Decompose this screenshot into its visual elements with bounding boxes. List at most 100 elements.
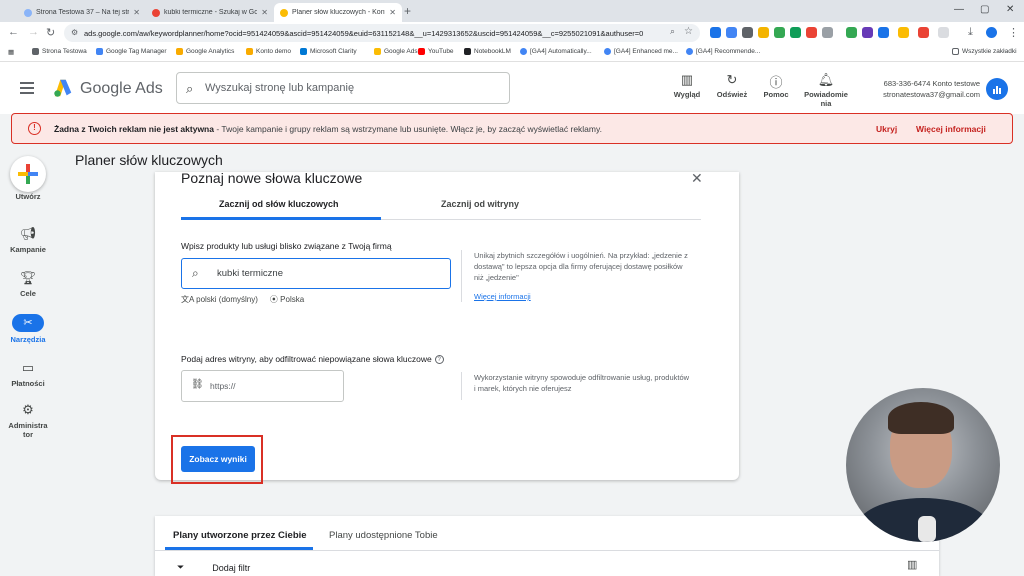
folder-icon bbox=[952, 48, 959, 55]
google-ads-logo bbox=[54, 79, 72, 97]
close-icon[interactable]: ✕ bbox=[261, 8, 268, 17]
nav-billing[interactable]: ▭ Płatności bbox=[0, 360, 56, 388]
back-icon[interactable]: ← bbox=[8, 26, 19, 38]
close-icon[interactable]: ✕ bbox=[133, 8, 140, 17]
extension-icon[interactable] bbox=[742, 27, 753, 38]
browser-tab-bar: Strona Testowa 37 – Na tej stro ✕ kubki … bbox=[0, 0, 1024, 22]
extension-icon[interactable] bbox=[710, 27, 721, 38]
language-setting[interactable]: 文A polski (domyślny) bbox=[181, 294, 258, 305]
extension-icon[interactable] bbox=[806, 27, 817, 38]
location-pin-icon: ⦿ bbox=[269, 295, 281, 304]
hide-alert-link[interactable]: Ukryj bbox=[876, 124, 897, 134]
reload-icon[interactable]: ↻ bbox=[46, 26, 55, 39]
bookmark-konto-demo[interactable]: Konto demo bbox=[246, 48, 291, 55]
extension-icon[interactable] bbox=[822, 27, 833, 38]
keywords-input[interactable]: ⌕ kubki termiczne bbox=[181, 258, 451, 289]
targeting-settings: 文A polski (domyślny) ⦿ Polska bbox=[181, 294, 304, 305]
notifications-button[interactable]: 🔔︎ Powiadomie nia bbox=[800, 72, 852, 108]
bookmark-strona-testowa[interactable]: Strona Testowa bbox=[32, 48, 87, 55]
bookmark-gtm[interactable]: Google Tag Manager bbox=[96, 48, 167, 55]
site-info-icon[interactable]: ⚙ bbox=[71, 28, 78, 37]
tab-title: Planer słów kluczowych - Konto bbox=[292, 9, 386, 16]
bookmark-clarity[interactable]: Microsoft Clarity bbox=[300, 48, 357, 55]
website-input[interactable]: ⛓ https:// bbox=[181, 370, 344, 402]
gear-icon: ⚙ bbox=[22, 402, 34, 417]
bookmark-youtube[interactable]: YouTube bbox=[418, 48, 454, 55]
browser-tab-keyword-planner[interactable]: Planer słów kluczowych - Konto ✕ bbox=[274, 3, 402, 22]
appearance-button[interactable]: ▥ Wygląd bbox=[670, 72, 704, 99]
help-button[interactable]: ⓘ Pomoc bbox=[760, 72, 792, 99]
extension-icon[interactable] bbox=[726, 27, 737, 38]
hamburger-menu-icon[interactable] bbox=[20, 82, 34, 97]
location-setting[interactable]: ⦿ Polska bbox=[270, 294, 304, 305]
extensions-puzzle-icon[interactable] bbox=[938, 27, 949, 38]
megaphone-icon: 📢︎ bbox=[19, 226, 37, 241]
bookmark-ga4-enhanced[interactable]: [GA4] Enhanced me... bbox=[604, 48, 678, 55]
new-tab-icon[interactable]: + bbox=[404, 4, 411, 18]
tools-icon: ✂ bbox=[12, 314, 44, 332]
website-hint: Wykorzystanie witryny spowoduje odfiltro… bbox=[461, 372, 691, 400]
zoom-icon[interactable]: ⌕ bbox=[670, 26, 675, 37]
extension-icon[interactable] bbox=[790, 27, 801, 38]
bookmark-google-ads[interactable]: Google Ads bbox=[374, 48, 418, 55]
bookmark-ga4-recommended[interactable]: [GA4] Recommende... bbox=[686, 48, 760, 55]
tab-start-keywords[interactable]: Zacznij od słów kluczowych bbox=[219, 199, 339, 209]
apps-icon[interactable]: ▦ bbox=[8, 48, 14, 56]
menu-kebab-icon[interactable]: ⋮ bbox=[1008, 26, 1019, 39]
tab-my-plans[interactable]: Plany utworzone przez Ciebie bbox=[173, 530, 307, 541]
bookmark-favicon bbox=[300, 48, 307, 55]
address-bar[interactable]: ⚙ ads.google.com/aw/keywordplanner/home?… bbox=[64, 24, 700, 42]
tab-favicon bbox=[24, 8, 32, 17]
bookmark-ga4-auto[interactable]: [GA4] Automatically... bbox=[520, 48, 592, 55]
extension-icon[interactable] bbox=[774, 27, 785, 38]
nav-admin[interactable]: ⚙ Administra tor bbox=[0, 402, 56, 439]
bookmark-ga[interactable]: Google Analytics bbox=[176, 48, 234, 55]
add-filter-button[interactable]: ⏷ Dodaj filtr bbox=[177, 562, 250, 573]
bookmarks-bar: ▦ Strona Testowa Google Tag Manager Goog… bbox=[0, 44, 1024, 62]
tab-shared-plans[interactable]: Plany udostępnione Tobie bbox=[329, 530, 438, 541]
nav-campaigns[interactable]: 📢︎ Kampanie bbox=[0, 226, 56, 254]
left-nav-rail: Utwórz 📢︎ Kampanie 🏆︎ Cele ✂ Narzędzia ▭… bbox=[0, 144, 56, 576]
bookmark-favicon bbox=[96, 48, 103, 55]
extension-icon[interactable] bbox=[862, 27, 873, 38]
account-avatar[interactable] bbox=[986, 78, 1008, 100]
nav-goals[interactable]: 🏆︎ Cele bbox=[0, 270, 56, 298]
extension-icon[interactable] bbox=[878, 27, 889, 38]
no-active-ads-alert: ! Żadna z Twoich reklam nie jest aktywna… bbox=[11, 113, 1013, 144]
keywords-value: kubki termiczne bbox=[217, 268, 283, 279]
extension-icon[interactable] bbox=[918, 27, 929, 38]
create-label: Utwórz bbox=[15, 192, 41, 201]
more-info-link[interactable]: Więcej informacji bbox=[916, 124, 986, 134]
hint-more-link[interactable]: Więcej informacji bbox=[474, 291, 691, 302]
tab-start-website[interactable]: Zacznij od witryny bbox=[441, 199, 519, 209]
browser-tab-strona-testowa[interactable]: Strona Testowa 37 – Na tej stro ✕ bbox=[18, 3, 146, 22]
maximize-icon[interactable]: ▢ bbox=[980, 4, 989, 15]
close-icon[interactable]: ✕ bbox=[389, 8, 396, 17]
start-tabs: Zacznij od słów kluczowych Zacznij od wi… bbox=[181, 194, 701, 220]
google-favicon bbox=[152, 8, 160, 17]
create-button[interactable] bbox=[10, 156, 46, 192]
star-icon[interactable]: ☆ bbox=[684, 26, 693, 37]
account-info[interactable]: 683-336-6474 Konto testowe stronatestowa… bbox=[868, 78, 980, 100]
see-results-button[interactable]: Zobacz wyniki bbox=[181, 446, 255, 472]
extension-icon[interactable] bbox=[846, 27, 857, 38]
search-input[interactable]: ⌕ Wyszukaj stronę lub kampanię bbox=[176, 72, 510, 104]
refresh-button[interactable]: ↻ Odśwież bbox=[714, 72, 750, 99]
close-window-icon[interactable]: ✕ bbox=[1006, 4, 1014, 15]
columns-icon[interactable]: ▥ bbox=[907, 558, 917, 571]
help-icon[interactable]: ? bbox=[434, 355, 444, 364]
extension-icon[interactable] bbox=[758, 27, 769, 38]
nav-tools[interactable]: ✂ Narzędzia bbox=[0, 314, 56, 344]
download-icon[interactable]: ⤓ bbox=[968, 26, 973, 39]
close-icon[interactable]: ✕ bbox=[691, 170, 703, 187]
browser-toolbar: ← → ↻ ⚙ ads.google.com/aw/keywordplanner… bbox=[0, 22, 1024, 44]
minimize-icon[interactable]: — bbox=[954, 4, 964, 15]
bookmark-notebooklm[interactable]: NotebookLM bbox=[464, 48, 511, 55]
all-bookmarks[interactable]: Wszystkie zakładki bbox=[952, 48, 1017, 55]
extension-icon[interactable] bbox=[898, 27, 909, 38]
forward-icon[interactable]: → bbox=[28, 26, 39, 38]
tab-title: Strona Testowa 37 – Na tej stro bbox=[36, 9, 130, 16]
website-label: Podaj adres witryny, aby odfiltrować nie… bbox=[181, 354, 444, 364]
browser-tab-search[interactable]: kubki termiczne - Szukaj w Goo ✕ bbox=[146, 3, 274, 22]
profile-avatar[interactable] bbox=[986, 27, 997, 38]
